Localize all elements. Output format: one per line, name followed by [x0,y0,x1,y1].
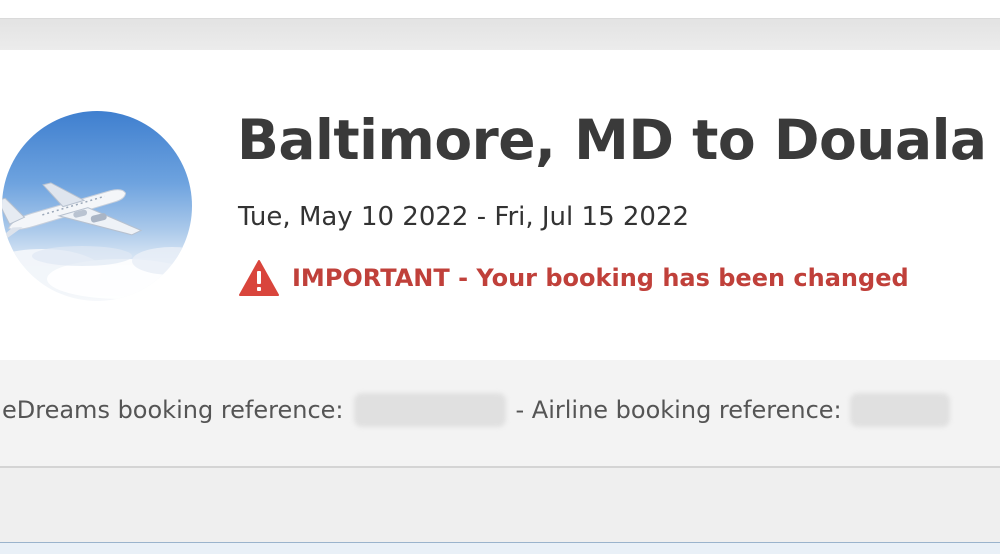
booking-change-alert[interactable]: IMPORTANT - Your booking has been change… [238,258,909,298]
alert-text: IMPORTANT - Your booking has been change… [292,264,909,292]
booking-page: Baltimore, MD to Douala Tue, May 10 2022… [0,0,1000,554]
top-bar [0,18,1000,51]
trip-dates: Tue, May 10 2022 - Fri, Jul 15 2022 [238,202,690,232]
trip-title: Baltimore, MD to Douala [237,108,987,172]
warning-triangle-icon [238,259,292,297]
edreams-reference-value-redacted [353,393,506,427]
edreams-reference-label: eDreams booking reference: [2,396,344,424]
airline-reference-label: - Airline booking reference: [515,396,842,424]
airplane-photo-icon [2,111,192,301]
airline-reference-value-redacted [849,393,950,427]
bottom-strip [0,542,1000,554]
lower-panel [0,468,1000,542]
booking-reference-row: eDreams booking reference: - Airline boo… [2,392,950,428]
